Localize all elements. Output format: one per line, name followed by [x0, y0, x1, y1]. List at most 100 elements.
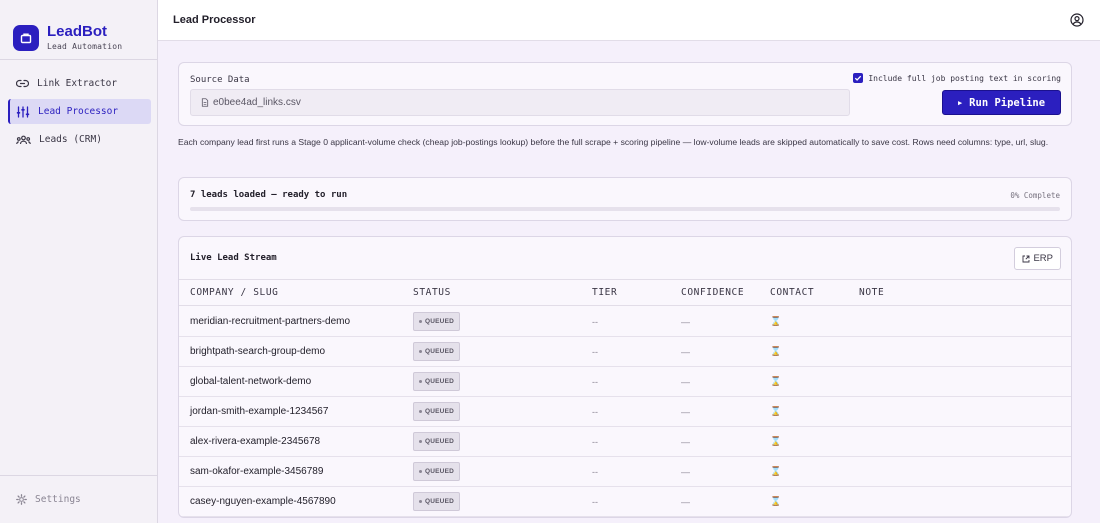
- lead-slug: sam-okafor-example-3456789: [190, 466, 324, 477]
- run-pipeline-button[interactable]: ▶ Run Pipeline: [942, 90, 1061, 115]
- page-title: Lead Processor: [173, 14, 256, 26]
- progress-status: 7 leads loaded — ready to run: [190, 190, 348, 200]
- status-label: QUEUED: [425, 378, 455, 385]
- table-header: COMPANY / SLUG STATUS TIER CONFIDENCE CO…: [179, 280, 1071, 306]
- briefcase-icon: [13, 24, 39, 51]
- run-pipeline-label: Run Pipeline: [969, 96, 1046, 109]
- column-header-confidence: CONFIDENCE: [681, 287, 745, 298]
- hourglass-icon: ⌛: [770, 346, 782, 356]
- tier-value: --: [592, 316, 598, 327]
- column-header-status: STATUS: [413, 287, 451, 298]
- confidence-value: —: [681, 376, 690, 387]
- source-data-card: Source Data e0bee4ad_links.csv Include f…: [178, 62, 1072, 126]
- sidebar-item-link-extractor[interactable]: Link Extractor: [8, 71, 151, 96]
- gear-icon: [16, 494, 27, 505]
- progress-card: 7 leads loaded — ready to run 0% Complet…: [178, 177, 1072, 221]
- tier-value: --: [592, 376, 598, 387]
- tier-value: --: [592, 436, 598, 447]
- status-badge: QUEUED: [413, 462, 461, 481]
- sidebar-item-label: Link Extractor: [37, 78, 118, 89]
- status-badge: QUEUED: [413, 432, 461, 451]
- user-profile-button[interactable]: [1070, 13, 1084, 27]
- user-circle-icon: [1070, 13, 1084, 27]
- hourglass-icon: ⌛: [770, 316, 782, 326]
- status-label: QUEUED: [425, 408, 455, 415]
- lead-slug: jordan-smith-example-1234567: [190, 406, 329, 417]
- column-header-contact: CONTACT: [770, 287, 815, 298]
- confidence-value: —: [681, 346, 690, 357]
- table-row[interactable]: alex-rivera-example-2345678 QUEUED -- — ⌛: [179, 427, 1071, 457]
- settings-button[interactable]: Settings: [0, 475, 157, 523]
- column-header-company: COMPANY / SLUG: [190, 287, 279, 298]
- status-dot-icon: [419, 410, 422, 413]
- status-label: QUEUED: [425, 498, 455, 505]
- source-file-field[interactable]: e0bee4ad_links.csv: [190, 89, 850, 116]
- table-row[interactable]: global-talent-network-demo QUEUED -- — ⌛: [179, 367, 1071, 397]
- column-header-note: NOTE: [859, 287, 885, 298]
- confidence-value: —: [681, 466, 690, 477]
- main-content: Source Data e0bee4ad_links.csv Include f…: [158, 42, 1100, 523]
- status-dot-icon: [419, 500, 422, 503]
- hourglass-icon: ⌛: [770, 466, 782, 476]
- stream-title: Live Lead Stream: [190, 253, 277, 263]
- table-row[interactable]: sam-okafor-example-3456789 QUEUED -- — ⌛: [179, 457, 1071, 487]
- status-badge: QUEUED: [413, 492, 461, 511]
- hourglass-icon: ⌛: [770, 496, 782, 506]
- confidence-value: —: [681, 406, 690, 417]
- hourglass-icon: ⌛: [770, 376, 782, 386]
- lead-slug: meridian-recruitment-partners-demo: [190, 316, 351, 327]
- brand-name: LeadBot: [47, 23, 107, 40]
- sidebar-item-lead-processor[interactable]: Lead Processor: [8, 99, 151, 124]
- play-icon: ▶: [957, 98, 963, 107]
- tier-value: --: [592, 346, 598, 357]
- table-row[interactable]: jordan-smith-example-1234567 QUEUED -- — ⌛: [179, 397, 1071, 427]
- include-job-text-toggle[interactable]: Include full job posting text in scoring: [853, 73, 1061, 83]
- status-dot-icon: [419, 350, 422, 353]
- brand-subtitle: Lead Automation: [47, 42, 123, 51]
- file-icon: [201, 98, 209, 107]
- hourglass-icon: ⌛: [770, 406, 782, 416]
- progress-bar: [190, 207, 1060, 211]
- top-header: Lead Processor: [158, 0, 1100, 41]
- table-row[interactable]: brightpath-search-group-demo QUEUED -- — ⌛: [179, 337, 1071, 367]
- link-icon: [16, 79, 29, 88]
- sliders-icon: [16, 105, 30, 118]
- confidence-value: —: [681, 496, 690, 507]
- lead-slug: casey-nguyen-example-4567890: [190, 496, 336, 507]
- status-badge: QUEUED: [413, 342, 461, 361]
- lead-slug: brightpath-search-group-demo: [190, 346, 326, 357]
- include-job-text-label: Include full job posting text in scoring: [868, 73, 1061, 83]
- status-badge: QUEUED: [413, 312, 461, 331]
- sidebar-item-label: Leads (CRM): [39, 134, 102, 145]
- status-label: QUEUED: [425, 438, 455, 445]
- sidebar-item-leads-crm[interactable]: Leads (CRM): [8, 127, 151, 152]
- sidebar-nav: Link Extractor Lead Processor Leads (CRM…: [0, 60, 157, 152]
- checkbox-checked-icon[interactable]: [853, 73, 864, 83]
- external-link-icon: [1023, 255, 1030, 262]
- table-row[interactable]: meridian-recruitment-partners-demo QUEUED…: [179, 307, 1071, 337]
- column-header-tier: TIER: [592, 287, 618, 298]
- settings-label: Settings: [35, 494, 81, 505]
- status-label: QUEUED: [425, 348, 455, 355]
- status-badge: QUEUED: [413, 372, 461, 391]
- erp-label: ERP: [1033, 253, 1053, 264]
- tier-value: --: [592, 406, 598, 417]
- confidence-value: —: [681, 316, 690, 327]
- sidebar: LeadBot Lead Automation Link Extractor L…: [0, 0, 158, 523]
- table-row[interactable]: casey-nguyen-example-4567890 QUEUED -- — ⌛: [179, 487, 1071, 517]
- status-label: QUEUED: [425, 318, 455, 325]
- status-dot-icon: [419, 380, 422, 383]
- status-badge: QUEUED: [413, 402, 461, 421]
- tier-value: --: [592, 466, 598, 477]
- source-data-label: Source Data: [190, 75, 250, 85]
- status-dot-icon: [419, 470, 422, 473]
- live-lead-stream: Live Lead Stream ERP COMPANY / SLUG STAT…: [178, 236, 1072, 518]
- tier-value: --: [592, 496, 598, 507]
- source-file-name: e0bee4ad_links.csv: [213, 97, 301, 108]
- hourglass-icon: ⌛: [770, 436, 782, 446]
- users-icon: [16, 135, 31, 144]
- status-label: QUEUED: [425, 468, 455, 475]
- erp-button[interactable]: ERP: [1014, 247, 1061, 270]
- brand: LeadBot Lead Automation: [0, 0, 157, 60]
- status-dot-icon: [419, 440, 422, 443]
